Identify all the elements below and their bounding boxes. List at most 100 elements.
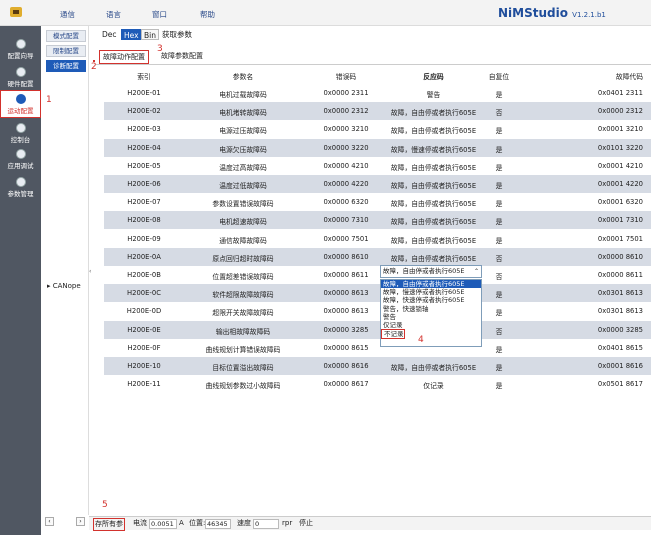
row-reaction-code[interactable]: 故障，自由停或者执行605E bbox=[376, 107, 491, 117]
row-error-code: 0x0000 6320 bbox=[323, 198, 369, 207]
dec-toggle[interactable]: Dec bbox=[100, 29, 119, 40]
row-param-name: 电源过压故障码 bbox=[219, 127, 267, 136]
table-row[interactable]: H200E-0A 原点回归超时故障码 0x0000 8610 故障，自由停或者执行60… bbox=[104, 247, 651, 266]
row-reaction-code[interactable]: 警告 bbox=[376, 89, 491, 99]
app-logo-icon bbox=[10, 7, 22, 17]
table-row[interactable]: H200E-10 目标位置溢出故障码 0x0000 8616 故障，自由停或者执行60… bbox=[104, 357, 651, 375]
dropdown-option[interactable]: 故障，快速停或者执行605E bbox=[381, 296, 481, 304]
table-row[interactable]: H200E-0D 超限开关故障故障码 0x0000 8613 是 0x0301 8613 bbox=[104, 302, 651, 320]
reaction-select[interactable]: 故障，自由停或者执行605E ⌃ bbox=[380, 265, 482, 278]
row-reaction-code[interactable]: 故障，自由停或者执行605E bbox=[376, 162, 491, 172]
row-index: H200E-04 bbox=[127, 143, 161, 152]
sidebar-item-params[interactable]: 参数管理 bbox=[0, 174, 41, 202]
tree-node-canopen[interactable]: ▸ CANope bbox=[47, 282, 81, 290]
row-reaction-code[interactable]: 故障，自由停或者执行605E bbox=[376, 235, 491, 245]
dropdown-option[interactable]: 警告 bbox=[381, 313, 481, 321]
row-auto-reset: 是 bbox=[495, 218, 503, 227]
row-index: H200E-0C bbox=[127, 289, 161, 298]
splitter-handle[interactable]: ‹ bbox=[89, 268, 93, 282]
tab-fault-params[interactable]: 故障参数配置 bbox=[158, 50, 206, 64]
annotation-3: 3 bbox=[157, 44, 163, 54]
row-reaction-code[interactable]: 故障，自由停或者执行605E bbox=[376, 216, 491, 226]
tree-button-diagnostic[interactable]: 诊断配置 bbox=[46, 60, 86, 72]
sidebar-item-console[interactable]: 控制台 bbox=[0, 120, 41, 148]
row-reaction-code[interactable]: 故障，自由停或者执行605E bbox=[376, 125, 491, 135]
table-row[interactable]: H200E-03 电源过压故障码 0x0000 3210 故障，自由停或者执行605E… bbox=[104, 120, 651, 138]
table-row[interactable]: H200E-08 电机超速故障码 0x0000 7310 故障，自由停或者执行605E… bbox=[104, 211, 651, 230]
row-param-name: 参数设置错误故障码 bbox=[212, 200, 274, 209]
row-error-code: 0x0000 3220 bbox=[323, 143, 369, 152]
row-param-name: 位置超差错误故障码 bbox=[212, 273, 274, 281]
menu-help[interactable]: 帮助 bbox=[200, 9, 215, 20]
table-row[interactable]: H200E-01 电机过载故障码 0x0000 2311 警告是 0x0401 2311 bbox=[104, 84, 651, 102]
table-row[interactable]: H200E-02 电机堵转故障码 0x0000 2312 故障，自由停或者执行605E… bbox=[104, 102, 651, 121]
dropdown-option[interactable]: 故障，自由停或者执行605E bbox=[381, 280, 481, 289]
table-row[interactable]: H200E-0C 软件超限故障故障码 0x0000 8613 是 0x0301 8613 bbox=[104, 284, 651, 303]
bin-toggle[interactable]: Bin bbox=[141, 29, 159, 40]
annotation-marker bbox=[93, 60, 95, 62]
brand-title: NiMStudio V1.2.1.b1 bbox=[498, 6, 606, 20]
menu-language[interactable]: 语言 bbox=[106, 9, 121, 20]
annotation-4: 4 bbox=[418, 335, 424, 345]
menu-communication[interactable]: 通信 bbox=[60, 9, 75, 20]
sidebar-item-debug[interactable]: 应用调试 bbox=[0, 146, 41, 174]
row-error-code: 0x0000 4210 bbox=[323, 161, 369, 170]
row-reaction-code[interactable]: 故障，自由停或者执行605E bbox=[376, 180, 491, 190]
table-row[interactable]: H200E-09 通信故障故障码 0x0000 7501 故障，自由停或者执行605E… bbox=[104, 230, 651, 248]
row-auto-reset: 是 bbox=[495, 163, 503, 172]
table-row[interactable]: H200E-07 参数设置错误故障码 0x0000 6320 故障，自由停或者执行60… bbox=[104, 193, 651, 211]
sidebar-item-hardware[interactable]: 硬件配置 bbox=[0, 64, 41, 92]
row-auto-reset: 是 bbox=[495, 309, 503, 318]
sidebar-item-motion[interactable]: 运动配置 bbox=[0, 90, 41, 118]
dropdown-option[interactable]: 仅记录 bbox=[381, 321, 481, 329]
table-row[interactable]: H200E-04 电源欠压故障码 0x0000 3220 故障，慢速停或者执行605E… bbox=[104, 138, 651, 157]
row-reaction-code[interactable]: 故障，自由停或者执行605E bbox=[376, 362, 491, 372]
menu-window[interactable]: 窗口 bbox=[152, 9, 167, 20]
row-auto-reset: 是 bbox=[495, 200, 503, 209]
row-fault-code: 0x0501 8617 bbox=[597, 380, 643, 389]
row-reaction-code[interactable]: 故障，自由停或者执行605E bbox=[376, 198, 491, 208]
row-fault-code: 0x0301 8613 bbox=[597, 289, 643, 298]
dropdown-option[interactable]: 警告，快速锁轴 bbox=[381, 305, 481, 313]
row-reaction-code[interactable]: 故障，自由停或者执行605E bbox=[376, 253, 491, 263]
table-row[interactable]: H200E-0E 输出相故障故障码 0x0000 3285 否 0x0000 3285 bbox=[104, 320, 651, 339]
sidebar-item-label: 控制台 bbox=[10, 136, 31, 144]
tree-button-mode[interactable]: 模式配置 bbox=[46, 30, 86, 42]
row-param-name: 超限开关故障故障码 bbox=[212, 309, 274, 318]
row-reaction-code[interactable]: 故障，慢速停或者执行605E bbox=[376, 144, 491, 154]
header-fault-code: 故障代码 bbox=[615, 73, 643, 81]
table-row[interactable]: H200E-06 温度过低故障码 0x0000 4220 故障，自由停或者执行605E… bbox=[104, 175, 651, 193]
table-row[interactable]: H200E-05 温度过高故障码 0x0000 4210 故障，自由停或者执行605E… bbox=[104, 157, 651, 175]
tree-button-limit[interactable]: 限制配置 bbox=[46, 45, 86, 57]
table-row[interactable]: H200E-11 曲线规划参数过小故障码 0x0000 8617 仅记录是 0x0501… bbox=[104, 375, 651, 393]
console-icon bbox=[15, 123, 26, 133]
scroll-right-button[interactable]: › bbox=[76, 517, 85, 526]
row-fault-code: 0x0001 6320 bbox=[597, 198, 643, 207]
speed-unit: rpr bbox=[282, 519, 293, 527]
row-param-name: 通信故障故障码 bbox=[219, 236, 267, 245]
position-label: 位置: bbox=[189, 519, 206, 527]
dropdown-option-no-record[interactable]: 不记录 bbox=[381, 329, 405, 340]
fetch-params-button[interactable]: 获取参数 bbox=[160, 29, 194, 40]
chevron-down-icon: ⌃ bbox=[473, 268, 479, 275]
row-fault-code: 0x0000 2312 bbox=[597, 107, 643, 116]
row-fault-code: 0x0001 8616 bbox=[597, 362, 643, 370]
sidebar-item-wizard[interactable]: 配置向导 bbox=[0, 36, 41, 64]
table-row[interactable]: H200E-0F 曲线规划计算错误故障码 0x0000 8615 是 0x0401 86… bbox=[104, 339, 651, 357]
row-param-name: 电机堵转故障码 bbox=[219, 109, 267, 118]
save-all-button[interactable]: 存所有参 bbox=[93, 518, 125, 531]
annotation-2: 2 bbox=[91, 62, 97, 72]
params-icon bbox=[15, 177, 26, 187]
tab-fault-action[interactable]: 故障动作配置 bbox=[99, 50, 149, 64]
table-row[interactable]: H200E-0B 位置超差错误故障码 0x0000 8611 否 0x0000 8611 bbox=[104, 266, 651, 284]
row-auto-reset: 是 bbox=[495, 182, 503, 190]
current-unit: A bbox=[179, 519, 184, 527]
row-error-code: 0x0000 8613 bbox=[323, 289, 369, 298]
row-error-code: 0x0000 8610 bbox=[323, 252, 369, 261]
scroll-left-button[interactable]: ‹ bbox=[45, 517, 54, 526]
sidebar-item-label: 参数管理 bbox=[7, 190, 34, 198]
wizard-icon bbox=[15, 39, 26, 49]
row-index: H200E-0F bbox=[127, 343, 161, 352]
hex-toggle[interactable]: Hex bbox=[121, 29, 142, 40]
row-reaction-code[interactable]: 仅记录 bbox=[376, 380, 491, 390]
